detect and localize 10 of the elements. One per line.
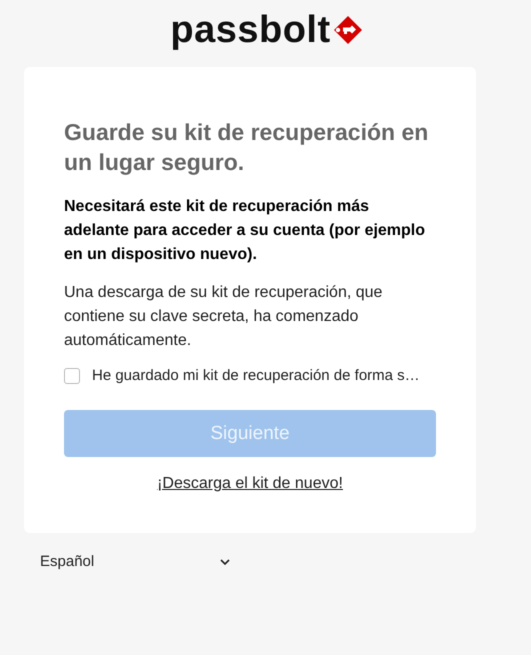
heading: Guarde su kit de recuperación en un lugar seguro.	[64, 118, 430, 177]
chevron-down-icon	[220, 558, 230, 564]
checkbox[interactable]	[64, 368, 80, 384]
download-again-link[interactable]: ¡Descarga el kit de nuevo!	[157, 475, 343, 492]
warning-text: Necesitará este kit de recuperación más adelante para acceder a su cuenta (por ejemplo en un dispositivo nuevo).	[64, 197, 426, 265]
logo-text: passbolt	[170, 10, 331, 50]
logo-icon	[332, 15, 363, 45]
checkbox-label[interactable]: He guardado mi kit de recuperación de forma s…	[92, 367, 420, 384]
info-text: Una descarga de su kit de recuperación, que contiene su clave secreta, ha comenzado automáticamente.	[64, 283, 384, 351]
language-dropdown[interactable]: Español	[40, 553, 230, 570]
